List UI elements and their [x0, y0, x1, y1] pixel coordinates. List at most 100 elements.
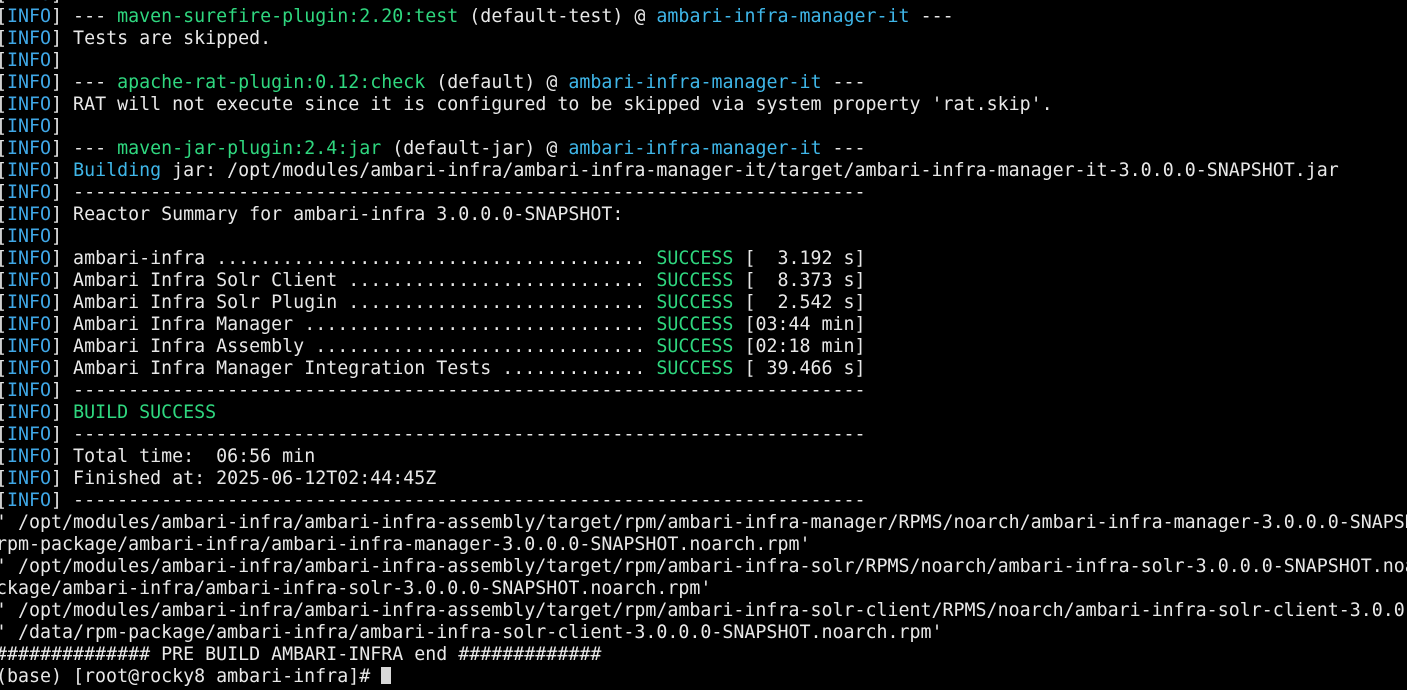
terminal-text: ] RAT will not execute since it is confi… — [51, 94, 1053, 115]
terminal-line: [INFO] ---------------------------------… — [0, 490, 1407, 512]
terminal-line: ' /opt/modules/ambari-infra/ambari-infra… — [0, 512, 1407, 534]
terminal-text: ] Tests are skipped. — [51, 28, 272, 49]
terminal-text: ] — [51, 116, 63, 137]
terminal-text: [ — [0, 468, 7, 489]
terminal-text: ] Ambari Infra Manager .................… — [51, 314, 657, 335]
terminal-line: (base) [root@rocky8 ambari-infra]# — [0, 666, 1407, 688]
terminal-text: [ — [0, 402, 7, 423]
terminal-text: Building — [73, 160, 162, 181]
log-level-label: INFO — [7, 336, 52, 357]
terminal-text: [ — [0, 424, 7, 445]
terminal-text: [ — [0, 6, 7, 27]
terminal-text: ] — [51, 160, 74, 181]
terminal-line: [INFO] Ambari Infra Assembly ...........… — [0, 336, 1407, 358]
terminal-text: [ — [0, 292, 7, 313]
terminal-line: [INFO] --- maven-surefire-plugin:2.20:te… — [0, 6, 1407, 28]
log-level-label: INFO — [7, 424, 52, 445]
terminal-text: ] — [51, 0, 62, 5]
terminal-text: ] ambari-infra .........................… — [51, 248, 657, 269]
log-level-label: INFO — [7, 248, 52, 269]
terminal-line: [INFO] ---------------------------------… — [0, 380, 1407, 402]
terminal-text: [ — [0, 94, 7, 115]
terminal-text: [ — [0, 0, 7, 5]
terminal-text: ] --------------------------------------… — [51, 424, 866, 445]
terminal-line: [INFO] BUILD SUCCESS — [0, 402, 1407, 424]
terminal-text: BUILD SUCCESS — [73, 402, 217, 423]
log-level-label: INFO — [7, 270, 52, 291]
terminal-text: SUCCESS — [656, 336, 734, 357]
terminal-text: ambari-infra-manager-it — [568, 72, 822, 93]
terminal-text: ] Ambari Infra Assembly ................… — [51, 336, 657, 357]
terminal-text: --- — [821, 72, 866, 93]
terminal-line: [INFO] Ambari Infra Solr Client ........… — [0, 270, 1407, 292]
terminal-text: SUCCESS — [656, 314, 734, 335]
terminal-text: [ — [0, 138, 7, 159]
terminal-text: SUCCESS — [656, 292, 734, 313]
terminal-line: rpm-package/ambari-infra/ambari-infra-ma… — [0, 534, 1407, 556]
terminal-line: ############## PRE BUILD AMBARI-INFRA en… — [0, 644, 1407, 666]
terminal-text: ' /data/rpm-package/ambari-infra/ambari-… — [0, 622, 943, 643]
terminal-text: ############## PRE BUILD AMBARI-INFRA en… — [0, 644, 602, 665]
log-level-label: INFO — [7, 226, 52, 247]
terminal-text: [ — [0, 314, 7, 335]
terminal-text: [ 2.542 s] — [733, 292, 866, 313]
terminal-text: [ — [0, 204, 7, 225]
log-level-label: INFO — [7, 6, 52, 27]
log-level-label: INFO — [7, 380, 52, 401]
log-level-label: INFO — [7, 0, 51, 5]
log-level-label: INFO — [7, 138, 52, 159]
terminal-text: --- — [909, 6, 954, 27]
log-level-label: INFO — [7, 468, 52, 489]
log-level-label: INFO — [7, 160, 52, 181]
terminal-text: [ 3.192 s] — [733, 248, 866, 269]
terminal-text: [ — [0, 446, 7, 467]
log-level-label: INFO — [7, 28, 52, 49]
terminal-text: (base) [root@rocky8 ambari-infra]# — [0, 666, 382, 687]
terminal-text: (default-jar) @ — [381, 138, 569, 159]
terminal-text: ] --- — [51, 72, 118, 93]
terminal-line: ' /opt/modules/ambari-infra/ambari-infra… — [0, 556, 1407, 578]
terminal-text: maven-jar-plugin:2.4:jar — [117, 138, 382, 159]
terminal-text: ] Ambari Infra Manager Integration Tests… — [51, 358, 657, 379]
terminal-line: [INFO] Finished at: 2025-06-12T02:44:45Z — [0, 468, 1407, 490]
terminal-text: ' /opt/modules/ambari-infra/ambari-infra… — [0, 512, 1407, 533]
log-level-label: INFO — [7, 446, 52, 467]
terminal-line: [INFO] ---------------------------------… — [0, 182, 1407, 204]
terminal-text: rpm-package/ambari-infra/ambari-infra-ma… — [0, 534, 811, 555]
terminal-text: [ — [0, 72, 7, 93]
terminal-line: [INFO] --- maven-jar-plugin:2.4:jar (def… — [0, 138, 1407, 160]
terminal-line: ' /data/rpm-package/ambari-infra/ambari-… — [0, 622, 1407, 644]
terminal-text: ] --------------------------------------… — [51, 380, 866, 401]
terminal-line: [INFO] — [0, 50, 1407, 72]
terminal-text: [03:44 min] — [733, 314, 866, 335]
terminal-text: ] — [51, 226, 63, 247]
terminal-text: [ — [0, 182, 7, 203]
terminal-text: ] --- — [51, 138, 118, 159]
terminal-text: apache-rat-plugin:0.12:check — [117, 72, 426, 93]
terminal-text: [ — [0, 358, 7, 379]
terminal-text: [ — [0, 116, 7, 137]
log-level-label: INFO — [7, 314, 52, 335]
log-level-label: INFO — [7, 116, 52, 137]
terminal-text: ] Ambari Infra Solr Plugin .............… — [51, 292, 657, 313]
terminal-text: [ 39.466 s] — [733, 358, 866, 379]
terminal-text: --- — [821, 138, 866, 159]
log-level-label: INFO — [7, 358, 52, 379]
terminal-text: maven-surefire-plugin:2.20:test — [117, 6, 459, 27]
terminal-text: SUCCESS — [656, 358, 734, 379]
log-level-label: INFO — [7, 292, 52, 313]
terminal-text: ] Total time: 06:56 min — [51, 446, 316, 467]
terminal-line: [INFO] RAT will not execute since it is … — [0, 94, 1407, 116]
log-level-label: INFO — [7, 72, 52, 93]
terminal-text: [ — [0, 490, 7, 511]
log-level-label: INFO — [7, 50, 52, 71]
terminal-line: [INFO] Ambari Infra Manager ............… — [0, 314, 1407, 336]
terminal-line: [INFO] — [0, 226, 1407, 248]
terminal-output[interactable]: [INFO][INFO] --- maven-surefire-plugin:2… — [0, 0, 1407, 688]
terminal-text: ckage/ambari-infra/ambari-infra-solr-3.0… — [0, 578, 712, 599]
terminal-text: ] — [51, 50, 63, 71]
terminal-line: [INFO] ---------------------------------… — [0, 424, 1407, 446]
terminal-text: ] Finished at: 2025-06-12T02:44:45Z — [51, 468, 437, 489]
log-level-label: INFO — [7, 182, 52, 203]
terminal-line: ' /opt/modules/ambari-infra/ambari-infra… — [0, 600, 1407, 622]
